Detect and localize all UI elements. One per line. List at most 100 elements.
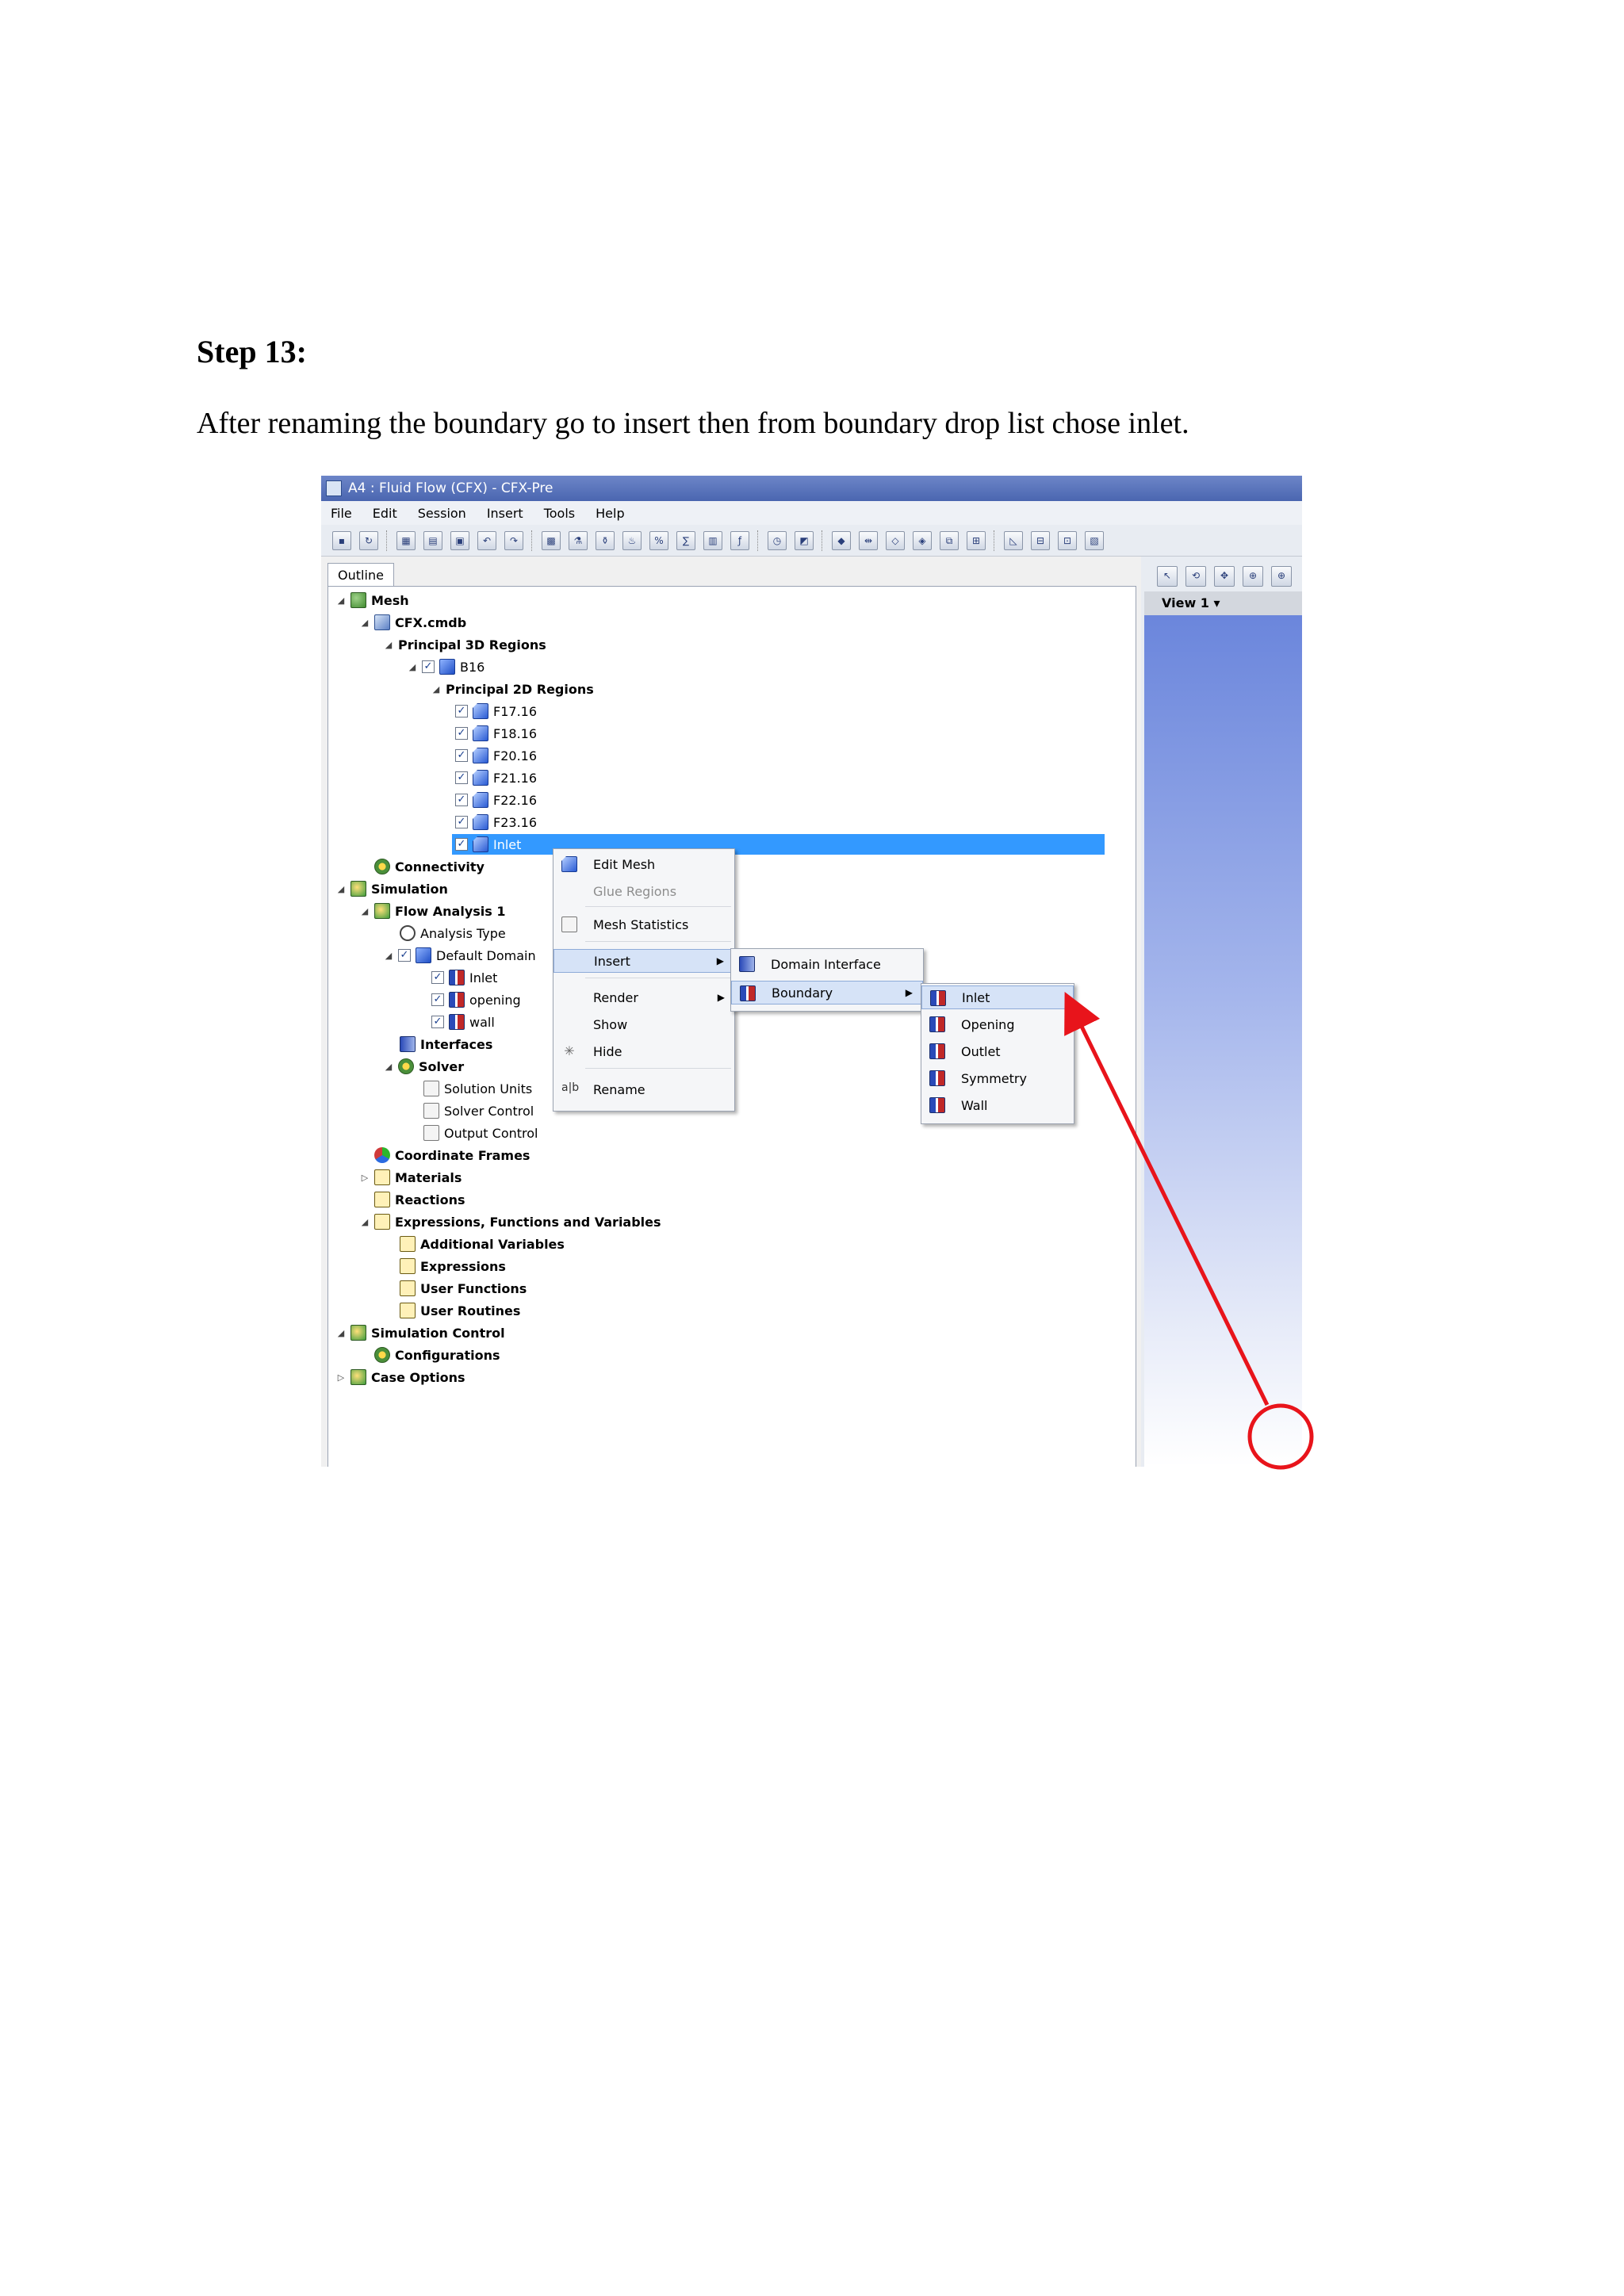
visibility-checkbox[interactable]: ✓: [455, 771, 468, 784]
tree-item-solution-units[interactable]: Solution Units: [423, 1078, 532, 1099]
analysis-icon[interactable]: ⚗: [569, 530, 588, 550]
interface-icon[interactable]: ⧉: [940, 530, 959, 550]
visibility-checkbox[interactable]: ✓: [455, 749, 468, 762]
tree-item-user-functions[interactable]: User Functions: [400, 1278, 527, 1299]
chart-icon[interactable]: ◩: [795, 530, 814, 550]
collapse-icon[interactable]: ◢: [384, 1062, 393, 1072]
menu-item-render[interactable]: Render ▶: [553, 985, 734, 1009]
source-point-icon[interactable]: ◈: [913, 530, 932, 550]
tree-item-coordinate-frames[interactable]: Coordinate Frames: [374, 1145, 530, 1165]
view-selector[interactable]: View 1 ▾: [1144, 591, 1302, 615]
menu-session[interactable]: Session: [418, 506, 466, 521]
undo-icon[interactable]: ↶: [477, 530, 496, 550]
menu-item-mesh-statistics[interactable]: Mesh Statistics: [553, 913, 734, 936]
zoom-box-icon[interactable]: ⊕: [1271, 566, 1292, 587]
report-icon[interactable]: ▣: [450, 530, 469, 550]
menu-item-edit-mesh[interactable]: Edit Mesh: [553, 852, 734, 876]
menu-item-boundary-inlet[interactable]: Inlet: [921, 985, 1074, 1009]
monitor-icon[interactable]: ⊡: [1058, 530, 1077, 550]
menu-item-boundary-wall[interactable]: Wall: [921, 1093, 1074, 1117]
tree-item-boundary[interactable]: ✓ wall: [431, 1012, 495, 1032]
expression-icon[interactable]: ∑: [676, 530, 695, 550]
visibility-checkbox[interactable]: ✓: [455, 794, 468, 806]
collapse-icon[interactable]: ◢: [408, 662, 417, 672]
menu-tools[interactable]: Tools: [544, 506, 575, 521]
variable-icon[interactable]: %: [649, 530, 668, 550]
collapse-icon[interactable]: ◢: [360, 906, 370, 916]
menu-item-domain-interface[interactable]: Domain Interface: [731, 952, 923, 976]
import-mesh-icon[interactable]: ▦: [396, 530, 416, 550]
tree-item-output-control[interactable]: Output Control: [423, 1123, 538, 1143]
tree-item-reactions[interactable]: Reactions: [374, 1189, 465, 1210]
rotate-icon[interactable]: ⟲: [1185, 566, 1206, 587]
visibility-checkbox[interactable]: ✓: [455, 838, 468, 851]
menu-item-boundary-opening[interactable]: Opening: [921, 1012, 1074, 1036]
tree-item-interfaces[interactable]: Interfaces: [400, 1034, 492, 1054]
select-pointer-icon[interactable]: ↖: [1157, 566, 1178, 587]
mesh-ops-icon[interactable]: ▤: [423, 530, 442, 550]
menu-edit[interactable]: Edit: [373, 506, 397, 521]
visibility-checkbox[interactable]: ✓: [431, 1016, 444, 1028]
menu-insert[interactable]: Insert: [487, 506, 523, 521]
tree-item-flow-analysis[interactable]: ◢ Flow Analysis 1: [360, 901, 505, 921]
function-icon[interactable]: ƒ: [730, 530, 749, 550]
tab-outline[interactable]: Outline: [327, 563, 394, 587]
solver-control-icon[interactable]: ◺: [1004, 530, 1023, 550]
collapse-icon[interactable]: ◢: [336, 1328, 346, 1338]
menu-item-hide[interactable]: ✳ Hide: [553, 1039, 734, 1063]
menu-item-rename[interactable]: a|b Rename: [553, 1077, 734, 1101]
tree-item-simulation[interactable]: ◢ Simulation: [336, 878, 448, 899]
material-icon[interactable]: ⚱: [596, 530, 615, 550]
menu-item-boundary[interactable]: Boundary ▶: [731, 981, 923, 1004]
tree-item-face[interactable]: ✓ F20.16: [455, 745, 537, 766]
menu-item-boundary-outlet[interactable]: Outlet: [921, 1039, 1074, 1063]
collapse-icon[interactable]: ◢: [431, 684, 441, 695]
tree-item-inlet-selected[interactable]: ✓ Inlet: [452, 834, 1105, 855]
collapse-icon[interactable]: ◢: [360, 1217, 370, 1227]
tree-item-b16[interactable]: ◢ ✓ B16: [408, 656, 485, 677]
refresh-icon[interactable]: ↻: [359, 530, 378, 550]
expand-icon[interactable]: ▷: [360, 1173, 370, 1183]
tree-item-default-domain[interactable]: ◢ ✓ Default Domain: [384, 945, 536, 966]
menu-item-show[interactable]: Show: [553, 1012, 734, 1036]
tree-item-principal-3d[interactable]: ◢ Principal 3D Regions: [384, 634, 546, 655]
collapse-icon[interactable]: ◢: [384, 951, 393, 961]
menu-file[interactable]: File: [331, 506, 352, 521]
collapse-icon[interactable]: ◢: [336, 884, 346, 894]
initialization-icon[interactable]: ⊞: [967, 530, 986, 550]
tree-item-configurations[interactable]: Configurations: [374, 1345, 500, 1365]
visibility-checkbox[interactable]: ✓: [455, 705, 468, 718]
tree-item-mesh[interactable]: ◢ Mesh: [336, 590, 409, 610]
domain-icon[interactable]: ◆: [832, 530, 851, 550]
reaction-icon[interactable]: ♨: [622, 530, 642, 550]
tree-item-face[interactable]: ✓ F22.16: [455, 790, 537, 810]
tree-item-face[interactable]: ✓ F21.16: [455, 767, 537, 788]
tree-item-expressions-group[interactable]: ◢ Expressions, Functions and Variables: [360, 1211, 661, 1232]
tree-item-connectivity[interactable]: Connectivity: [374, 856, 485, 877]
visibility-checkbox[interactable]: ✓: [422, 660, 435, 673]
tree-item-solver[interactable]: ◢ Solver: [384, 1056, 464, 1077]
collapse-icon[interactable]: ◢: [360, 618, 370, 628]
pan-icon[interactable]: ✥: [1214, 566, 1235, 587]
tree-item-user-routines[interactable]: User Routines: [400, 1300, 520, 1321]
redo-icon[interactable]: ↷: [504, 530, 523, 550]
expand-icon[interactable]: ▷: [336, 1372, 346, 1383]
boundary-icon[interactable]: ⇹: [859, 530, 878, 550]
tree-item-case-options[interactable]: ▷ Case Options: [336, 1367, 465, 1387]
menu-item-insert[interactable]: Insert ▶: [553, 949, 734, 973]
visibility-checkbox[interactable]: ✓: [431, 971, 444, 984]
zoom-icon[interactable]: ⊕: [1243, 566, 1263, 587]
collapse-icon[interactable]: ◢: [336, 595, 346, 606]
tree-item-solver-control[interactable]: Solver Control: [423, 1100, 534, 1121]
tree-item-face[interactable]: ✓ F18.16: [455, 723, 537, 744]
visibility-checkbox[interactable]: ✓: [455, 727, 468, 740]
tree-item-expressions[interactable]: Expressions: [400, 1256, 506, 1276]
write-solver-file-icon[interactable]: ▧: [1085, 530, 1104, 550]
tree-item-cfx-cmdb[interactable]: ◢ CFX.cmdb: [360, 612, 466, 633]
visibility-checkbox[interactable]: ✓: [431, 993, 444, 1006]
tree-item-materials[interactable]: ▷ Materials: [360, 1167, 462, 1188]
visibility-checkbox[interactable]: ✓: [455, 816, 468, 828]
transform-icon[interactable]: ▩: [542, 530, 561, 550]
timer-icon[interactable]: ◷: [768, 530, 787, 550]
tree-item-additional-variables[interactable]: Additional Variables: [400, 1234, 565, 1254]
